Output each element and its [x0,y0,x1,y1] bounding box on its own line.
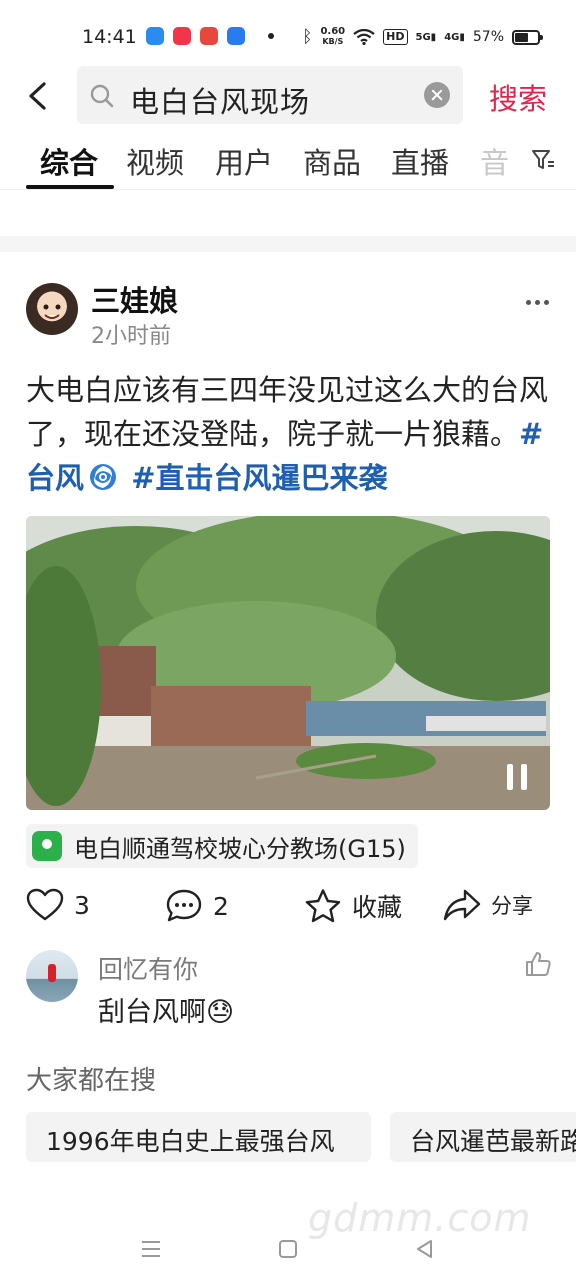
avatar-figure [48,964,56,982]
battery-percent: 57% [472,29,504,45]
related-search-chip[interactable]: 1996年电白史上最强台风 [26,1112,371,1162]
post-video[interactable] [26,516,550,810]
location-text: 电白顺通驾校坡心分教场(G15) [74,834,406,863]
search-query: 电白台风现场 [130,85,311,119]
heart-icon [26,888,64,921]
location-pin-icon [32,831,62,861]
net-speed-unit: KB/S [322,37,344,46]
signal-5g-label: 5G [415,31,431,43]
system-nav-bar [0,1220,576,1280]
search-button[interactable]: 搜索 [489,76,547,118]
more-notifications-icon [268,33,274,39]
related-searches-title: 大家都在搜 [26,1066,157,1096]
favorite-label: 收藏 [352,893,403,922]
more-options-icon[interactable] [526,300,549,305]
like-count: 3 [74,890,90,920]
result-tabs: 综合 视频 用户 商品 直播 音 [0,130,576,190]
bluetooth-icon: ᛒ [302,27,313,47]
video-app-icon [173,27,191,45]
thumbs-up-icon[interactable] [524,950,552,978]
star-icon [305,889,341,923]
comment-button[interactable]: 2 [165,888,229,924]
status-bar: 14:41 ᛒ 0.60 KB/S HD 5G▮ 4G▮ 57% [0,0,576,64]
tab-all[interactable]: 综合 [40,140,98,182]
menu-icon[interactable] [140,1238,162,1260]
share-button[interactable]: 分享 [443,888,533,922]
hd-badge: HD [383,29,408,45]
typhoon-scene-image [26,516,550,810]
commenter-avatar[interactable] [26,950,78,1002]
avatar-face-icon [43,304,61,319]
search-icon [90,84,114,108]
commenter-name[interactable]: 回忆有你 [98,950,198,986]
tab-products[interactable]: 商品 [303,140,361,182]
clear-icon[interactable] [424,82,450,108]
like-button[interactable]: 3 [26,888,90,922]
home-icon[interactable] [277,1238,299,1260]
net-speed-value: 0.60 [320,26,346,37]
back-arrow-icon[interactable] [20,78,56,114]
status-indicators: ᛒ 0.60 KB/S HD 5G▮ 4G▮ 57% [302,27,543,47]
hashtag-live-typhoon[interactable]: #直击台风暹巴来袭 [131,461,387,495]
share-arrow-icon [443,889,481,921]
signal-4g: 4G▮ [444,32,465,43]
pause-icon[interactable] [507,764,529,790]
signal-bars-icon: ▮ [430,31,437,43]
tab-music[interactable]: 音 [480,140,510,182]
search-input[interactable]: 电白台风现场 [77,66,463,124]
game-app-icon [200,27,218,45]
post-actions: 3 2 收藏 分享 [0,884,576,932]
comment-bubble-icon [166,889,202,922]
status-time: 14:41 [82,26,137,48]
author-name[interactable]: 三娃娘 [91,278,178,320]
net-speed: 0.60 KB/S [320,27,345,47]
tab-live[interactable]: 直播 [391,140,449,182]
active-tab-indicator [26,185,114,189]
battery-fill [515,32,528,42]
filter-icon[interactable] [530,148,556,172]
location-tag[interactable]: 电白顺通驾校坡心分教场(G15) [26,824,418,868]
typhoon-icon [90,464,117,490]
search-header: 电白台风现场 搜索 [0,64,576,126]
favorite-button[interactable]: 收藏 [304,888,402,924]
signal-bars-icon: ▮ [459,31,465,43]
related-search-chip[interactable]: 台风暹芭最新路 [390,1112,576,1162]
post-time: 2小时前 [91,324,171,349]
tab-video[interactable]: 视频 [126,140,184,182]
section-divider [0,236,576,252]
app-notification-icon [146,27,164,45]
comment-text: 刮台风啊😓 [98,997,235,1028]
signal-4g-label: 4G [444,31,460,43]
post-body-text: 大电白应该有三四年没见过这么大的台风了，现在还没登陆，院子就一片狼藉。 [26,373,549,451]
back-icon[interactable] [414,1238,436,1260]
post-text: 大电白应该有三四年没见过这么大的台风了，现在还没登陆，院子就一片狼藉。#台风 #… [26,368,556,500]
share-label: 分享 [491,894,533,918]
browser-app-icon [227,27,245,45]
signal-5g: 5G▮ [416,32,437,43]
author-avatar[interactable] [26,283,78,335]
comment-count: 2 [213,891,229,921]
wifi-icon [353,29,375,45]
tab-users[interactable]: 用户 [215,140,273,182]
status-app-icons [146,27,274,45]
battery-icon [512,29,543,45]
